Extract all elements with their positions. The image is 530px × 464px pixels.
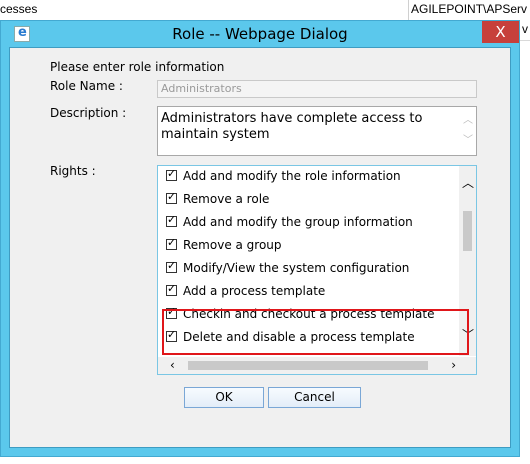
description-field[interactable]: Administrators have complete access to m… (157, 106, 477, 156)
chevron-right-icon[interactable]: › (451, 358, 456, 372)
background-cell: AGILEPOINT\APServ (411, 2, 528, 16)
checkbox[interactable] (166, 167, 177, 181)
scroll-down-icon[interactable]: ﹀ (463, 131, 473, 151)
ok-button[interactable]: OK (184, 387, 264, 408)
scroll-up-icon[interactable]: ︿ (463, 111, 473, 131)
description-text: Administrators have complete access to m… (161, 111, 423, 142)
scroll-thumb[interactable] (463, 211, 472, 251)
rights-item[interactable]: Add and modify the role information (166, 167, 401, 187)
rights-horizontal-scrollbar[interactable]: ‹ › (158, 357, 460, 374)
rights-item-label: Remove a role (183, 192, 270, 206)
dialog-title: Role -- Webpage Dialog (172, 25, 348, 43)
checkbox[interactable] (166, 236, 177, 250)
rights-item[interactable]: Remove a group (166, 236, 282, 256)
role-name-field[interactable]: Administrators (157, 80, 477, 98)
chevron-left-icon[interactable]: ‹ (170, 358, 175, 372)
description-scrollbar[interactable]: ︿ ﹀ (463, 111, 473, 151)
dialog-body: Please enter role information Role Name … (9, 47, 511, 448)
checkbox[interactable] (166, 259, 177, 273)
role-dialog: Role -- Webpage Dialog X Please enter ro… (0, 20, 520, 457)
rights-item-label: Modify/View the system configuration (183, 261, 410, 275)
highlight-box (162, 309, 469, 355)
background-cell: v (522, 22, 528, 36)
scrollbar-corner (459, 357, 476, 374)
rights-item-label: Add and modify the role information (183, 169, 401, 183)
close-button[interactable]: X (482, 21, 519, 43)
rights-label: Rights : (50, 164, 96, 178)
chevron-up-icon[interactable]: ︿ (462, 174, 474, 191)
dialog-titlebar[interactable]: Role -- Webpage Dialog X (1, 21, 519, 47)
rights-item[interactable]: Modify/View the system configuration (166, 259, 410, 279)
description-label: Description : (50, 106, 127, 120)
rights-item-label: Add a process template (183, 284, 326, 298)
background-cell: cesses (0, 2, 38, 16)
rights-item-label: Add and modify the group information (183, 215, 413, 229)
rights-item-label: Remove a group (183, 238, 282, 252)
rights-item[interactable]: Add a process template (166, 282, 326, 302)
rights-item[interactable]: Remove a role (166, 190, 270, 210)
checkbox[interactable] (166, 282, 177, 296)
intro-text: Please enter role information (50, 60, 225, 74)
cancel-button[interactable]: Cancel (268, 387, 361, 408)
role-name-label: Role Name : (50, 79, 123, 93)
checkbox[interactable] (166, 190, 177, 204)
checkbox[interactable] (166, 213, 177, 227)
background-row: cesses AGILEPOINT\APServ (0, 0, 530, 21)
scroll-thumb[interactable] (188, 361, 428, 370)
rights-item[interactable]: Add and modify the group information (166, 213, 413, 233)
